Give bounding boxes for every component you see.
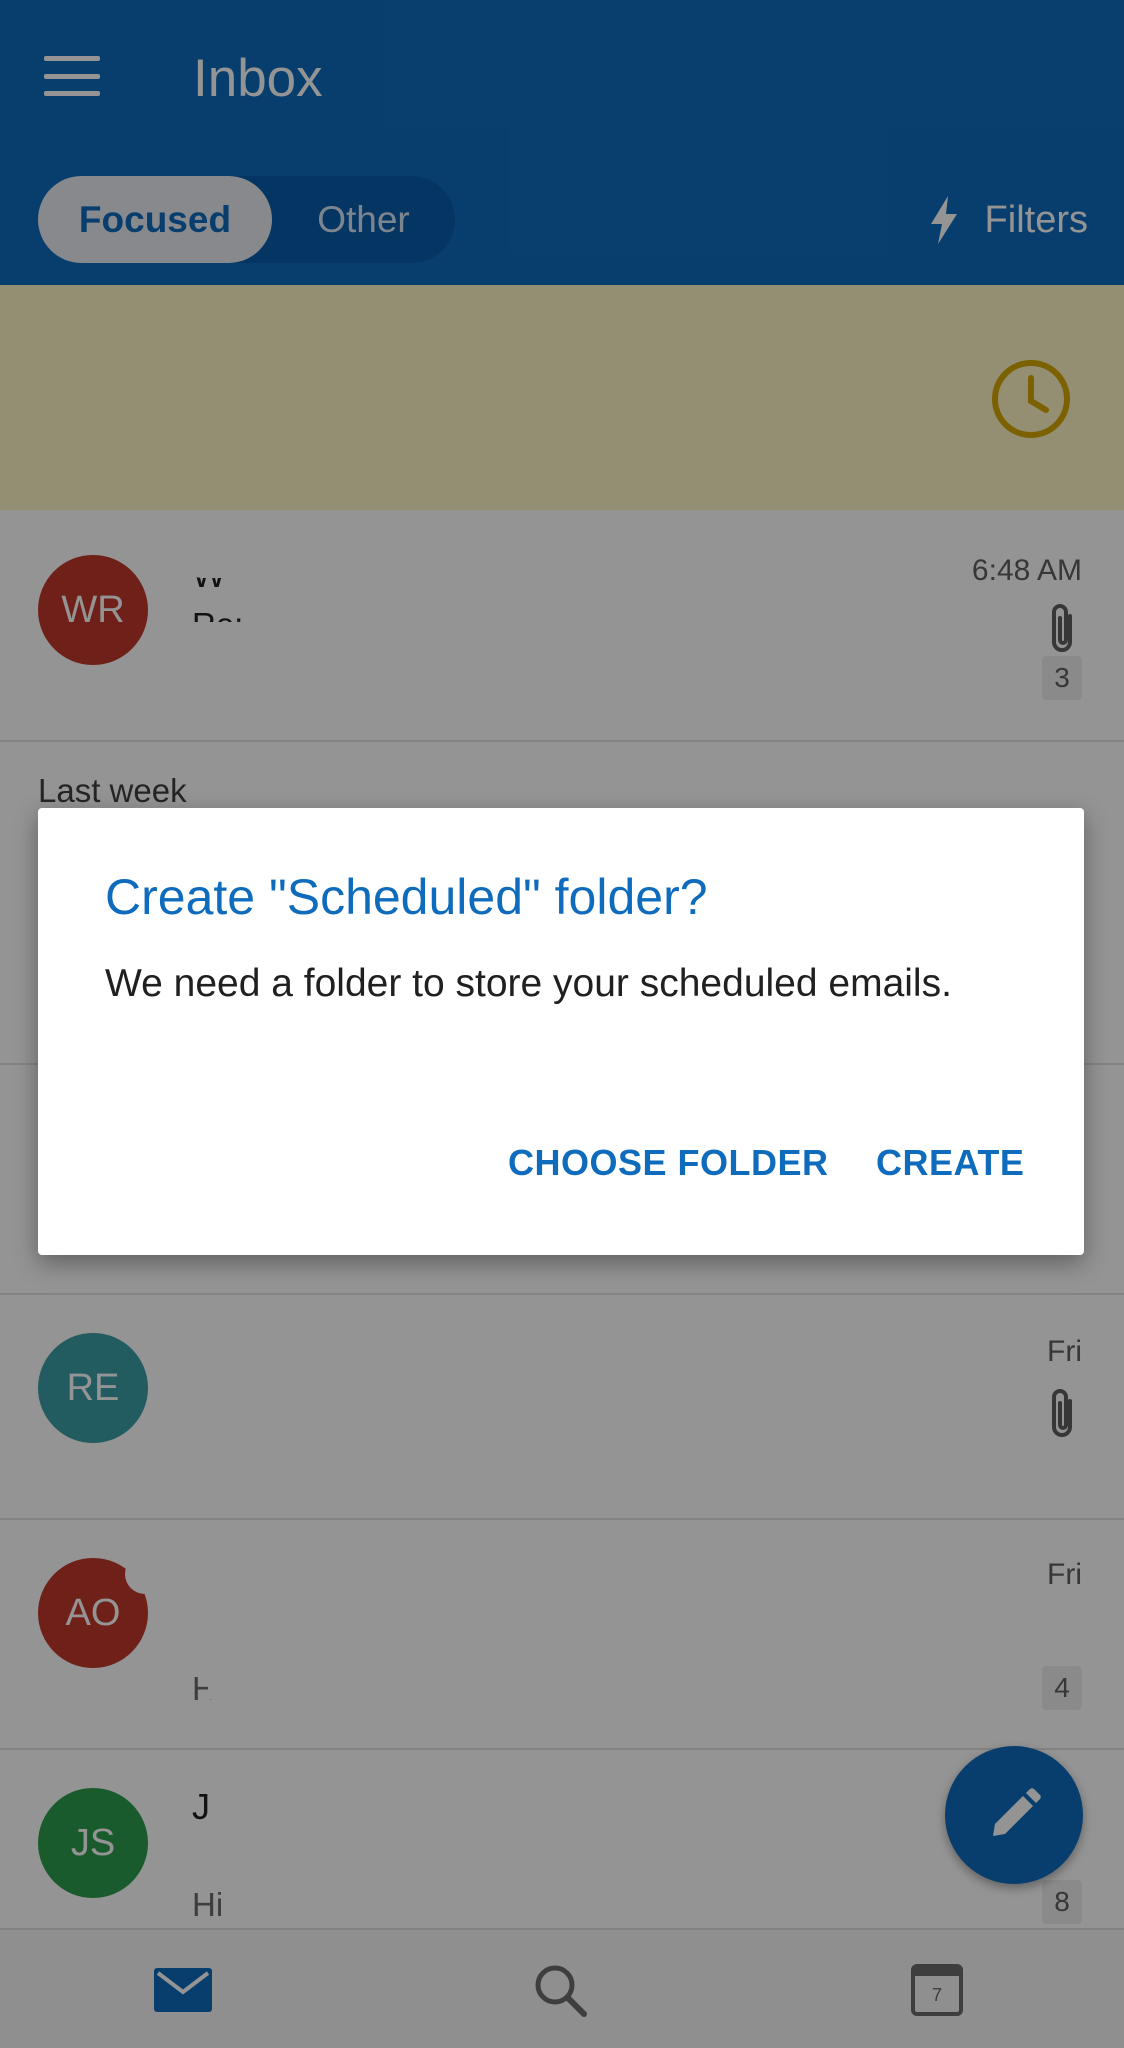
- create-button[interactable]: CREATE: [876, 1142, 1024, 1184]
- dialog-title: Create "Scheduled" folder?: [105, 869, 708, 925]
- choose-folder-button[interactable]: CHOOSE FOLDER: [508, 1142, 829, 1184]
- dialog-message: We need a folder to store your scheduled…: [105, 962, 952, 1005]
- create-folder-dialog: Create "Scheduled" folder? We need a fol…: [38, 808, 1084, 1255]
